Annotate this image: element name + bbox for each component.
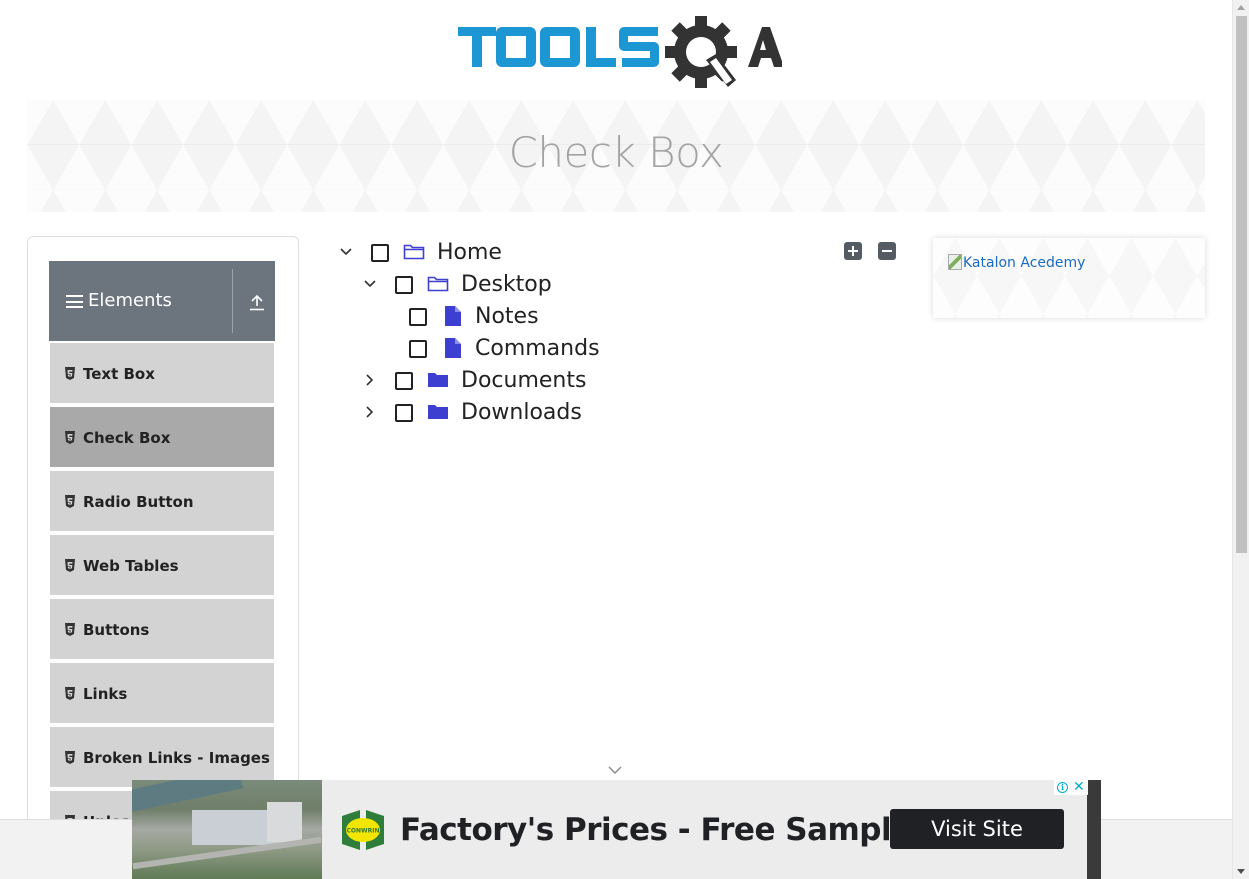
toolsqa-logo[interactable] [456, 14, 784, 90]
gear-q-icon [665, 16, 737, 88]
tree-node-desktop: Desktop [0, 268, 700, 300]
checkbox[interactable] [395, 276, 413, 294]
checkbox[interactable] [395, 404, 413, 422]
collapse-all-button[interactable] [878, 242, 896, 260]
broken-image-icon [948, 254, 962, 270]
sidebar-item-label: Broken Links - Images [83, 749, 270, 767]
sidebar-item-web-tables[interactable]: Web Tables [50, 535, 274, 597]
ad-headline: Factory's Prices - Free Sample [400, 812, 912, 848]
folder-open-icon [403, 244, 425, 260]
tree-node-label[interactable]: Home [437, 240, 502, 265]
logo-text-tools [458, 27, 659, 67]
sidebar-item-label: Links [83, 685, 128, 703]
tree-node-label[interactable]: Downloads [461, 400, 582, 425]
sidebar-item-radio-button[interactable]: Radio Button [50, 471, 274, 533]
sidebar-item-links[interactable]: Links [50, 663, 274, 725]
chevron-down-icon[interactable] [338, 244, 354, 260]
side-ad[interactable]: Katalon Acedemy [933, 238, 1205, 318]
html5-icon [65, 687, 75, 700]
broken-image-link[interactable]: Katalon Acedemy [948, 254, 1085, 271]
tree-node-label[interactable]: Desktop [461, 272, 552, 297]
page-title: Check Box [508, 128, 724, 177]
tree-node-label[interactable]: Notes [475, 304, 539, 329]
info-icon[interactable]: i [1057, 782, 1068, 793]
scrollbar-thumb[interactable] [1236, 16, 1247, 553]
chevron-right-icon[interactable] [362, 404, 378, 420]
folder-icon [428, 405, 448, 419]
tree-node-label[interactable]: Commands [475, 336, 600, 361]
html5-icon [65, 751, 75, 764]
chevron-down-icon[interactable] [362, 276, 378, 292]
sidebar-item-label: Web Tables [83, 557, 179, 575]
html5-icon [65, 623, 75, 636]
tree-node-notes: Notes [0, 300, 700, 332]
visit-site-button[interactable]: Visit Site [890, 809, 1064, 849]
svg-text:CONWRIN: CONWRIN [346, 828, 379, 835]
file-icon [445, 338, 461, 358]
html5-icon [65, 559, 75, 572]
expand-all-button[interactable] [844, 242, 862, 260]
sidebar-item-buttons[interactable]: Buttons [50, 599, 274, 661]
chevron-right-icon[interactable] [362, 372, 378, 388]
page-banner: Check Box [27, 100, 1205, 212]
tree-node-commands: Commands [0, 332, 700, 364]
scroll-up-icon[interactable] [1237, 5, 1245, 10]
tree-node-label[interactable]: Documents [461, 368, 586, 393]
scroll-down-icon[interactable] [1237, 869, 1245, 874]
adchoices-badge[interactable]: i ✕ [1054, 780, 1088, 795]
tree-node-documents: Documents [0, 364, 700, 396]
brand-logo-icon: CONWRIN [342, 810, 384, 850]
factory-photo [132, 780, 322, 879]
sidebar-item-label: Radio Button [83, 493, 194, 511]
folder-open-icon [427, 276, 449, 292]
tree-node-downloads: Downloads [0, 396, 700, 428]
bottom-ad-banner[interactable]: CONWRIN Factory's Prices - Free Sample V… [132, 780, 1101, 879]
checkbox[interactable] [371, 244, 389, 262]
file-icon [445, 306, 461, 326]
vertical-scrollbar[interactable] [1232, 0, 1249, 879]
close-icon[interactable]: ✕ [1073, 780, 1085, 795]
sidebar-item-label: Check Box [83, 429, 171, 447]
tree-node-home: Home [0, 236, 700, 268]
checkbox[interactable] [409, 308, 427, 326]
sidebar-item-label: Buttons [83, 621, 150, 639]
html5-icon [65, 431, 75, 444]
checkbox[interactable] [409, 340, 427, 358]
folder-icon [428, 373, 448, 387]
logo-text-a [748, 27, 784, 67]
chevron-down-icon[interactable] [607, 765, 623, 775]
html5-icon [65, 495, 75, 508]
ad-panel[interactable]: CONWRIN Factory's Prices - Free Sample V… [322, 788, 1086, 870]
ad-alt-text: Katalon Acedemy [963, 255, 1086, 271]
checkbox[interactable] [395, 372, 413, 390]
